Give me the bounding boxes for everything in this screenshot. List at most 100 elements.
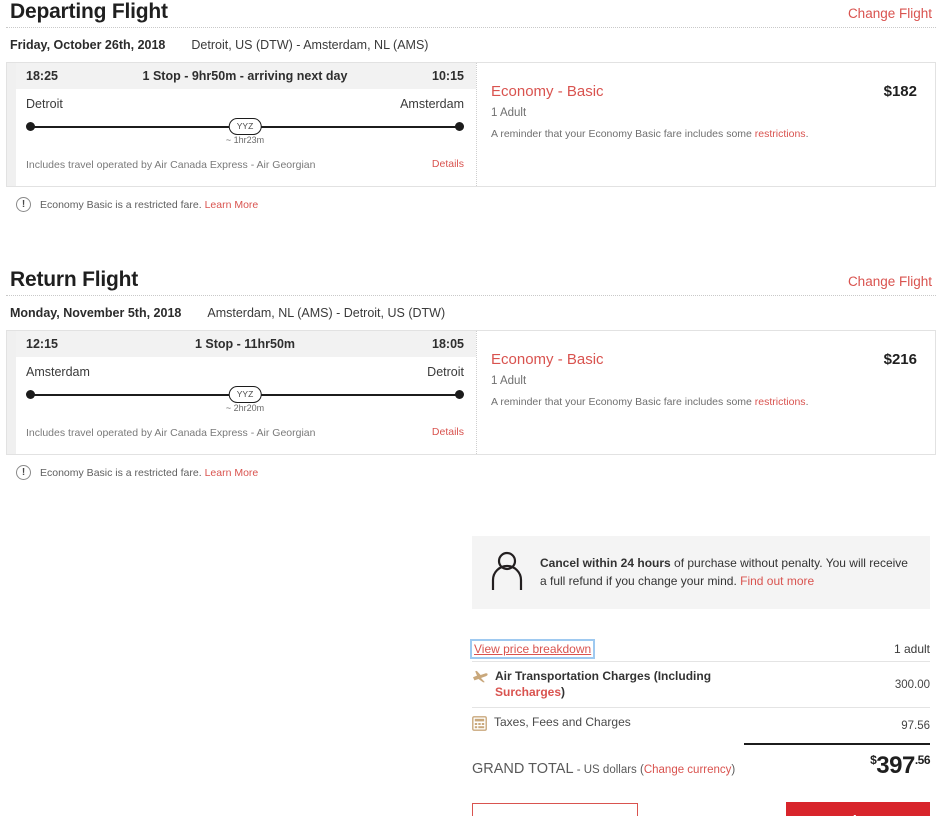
action-buttons: Share itinerary Continue › (472, 802, 930, 816)
grand-total-currency-close: ) (731, 764, 736, 777)
departing-fare-note-suffix: . (805, 128, 809, 141)
price-row-taxes: Taxes, Fees and Charges 97.56 (472, 707, 930, 743)
departing-restricted-label: Economy Basic is a restricted fare. (40, 198, 202, 211)
air-transportation-label: Air Transportation Charges (Including Su… (495, 669, 745, 700)
departing-fare-note: A reminder that your Economy Basic fare … (491, 128, 917, 140)
departing-fare-price: $182 (883, 83, 917, 101)
departing-operator-row: Includes travel operated by Air Canada E… (16, 152, 476, 186)
return-operated-by: Includes travel operated by Air Canada E… (26, 427, 316, 440)
return-destination-city: Detroit (427, 365, 464, 380)
return-flight-card[interactable]: 12:15 1 Stop - 11hr50m 18:05 Amsterdam D… (6, 330, 936, 456)
departing-header: Departing Flight Change Flight (6, 0, 936, 27)
departing-city-row: Detroit Amsterdam (26, 97, 464, 111)
grand-total-row: GRAND TOTAL - US dollars (Change currenc… (472, 743, 931, 780)
price-row-air-transportation: Air Transportation Charges (Including Su… (472, 661, 930, 707)
timeline-origin-dot-icon (26, 390, 35, 400)
change-return-flight-link[interactable]: Change Flight (848, 274, 932, 291)
return-fare-note-prefix: A reminder that your Economy Basic fare … (491, 396, 755, 409)
return-restrictions-link[interactable]: restrictions (755, 396, 806, 408)
air-transportation-label-tail: ) (561, 684, 566, 699)
return-leg-column: 12:15 1 Stop - 11hr50m 18:05 Amsterdam D… (7, 331, 476, 455)
departing-restricted-notice: ! Economy Basic is a restricted fare. Le… (6, 187, 936, 213)
return-fare-column: Economy - Basic $216 1 Adult A reminder … (476, 331, 935, 455)
taxes-amount: 97.56 (901, 719, 930, 732)
change-departing-flight-link[interactable]: Change Flight (848, 6, 932, 23)
find-out-more-link[interactable]: Find out more (740, 574, 814, 588)
departing-leg-column: 18:25 1 Stop - 9hr50m - arriving next da… (7, 63, 476, 187)
return-fare-note-suffix: . (805, 396, 809, 409)
airplane-icon (472, 670, 488, 689)
price-breakdown-pax-count: 1 adult (893, 642, 930, 656)
booking-summary-page: Departing Flight Change Flight Friday, O… (0, 0, 942, 816)
departing-fare-note-prefix: A reminder that your Economy Basic fare … (491, 128, 755, 141)
return-fare-name[interactable]: Economy - Basic (491, 351, 604, 368)
return-restricted-notice: ! Economy Basic is a restricted fare. Le… (6, 455, 936, 481)
calculator-icon (472, 716, 487, 736)
departing-destination-city: Amsterdam (400, 97, 464, 112)
share-itinerary-button[interactable]: Share itinerary (472, 802, 638, 816)
warning-exclamation-icon: ! (16, 197, 31, 213)
departing-fare-name[interactable]: Economy - Basic (491, 83, 604, 100)
grand-total-label: GRAND TOTAL - US dollars (Change currenc… (472, 761, 735, 777)
taxes-label: Taxes, Fees and Charges (494, 715, 631, 730)
change-currency-link[interactable]: Change currency (644, 764, 732, 776)
return-header: Return Flight Change Flight (6, 268, 936, 295)
surcharges-link[interactable]: Surcharges (495, 685, 561, 699)
timeline-destination-dot-icon (455, 390, 464, 400)
return-route: Amsterdam, NL (AMS) - Detroit, US (DTW) (207, 306, 446, 321)
return-leg-body: Amsterdam Detroit YYZ ~ 2hr20m (16, 357, 476, 420)
price-breakdown-header: View price breakdown 1 adult (469, 639, 930, 661)
summary-panel: Cancel within 24 hours of purchase witho… (469, 536, 931, 816)
departing-leg-body: Detroit Amsterdam YYZ ~ 1hr23m (16, 89, 476, 152)
warning-exclamation-icon: ! (16, 465, 31, 481)
cancel-policy-text: Cancel within 24 hours of purchase witho… (540, 555, 912, 590)
person-icon (490, 550, 524, 595)
return-stop-summary: 1 Stop - 11hr50m (194, 337, 296, 352)
return-details-link[interactable]: Details (432, 426, 464, 438)
departing-route: Detroit, US (DTW) - Amsterdam, NL (AMS) (191, 38, 429, 53)
return-passenger-count: 1 Adult (491, 375, 527, 388)
departing-details-link[interactable]: Details (432, 158, 464, 170)
continue-button[interactable]: Continue › (786, 802, 930, 816)
return-stop-code: YYZ (228, 386, 262, 404)
departing-operated-by: Includes travel operated by Air Canada E… (26, 159, 316, 172)
departing-leg-header: 18:25 1 Stop - 9hr50m - arriving next da… (16, 63, 476, 90)
timeline-destination-dot-icon (455, 122, 464, 132)
grand-total-whole: 397 (876, 752, 915, 780)
departing-restricted-text: Economy Basic is a restricted fare. Lear… (40, 199, 258, 211)
return-city-row: Amsterdam Detroit (26, 365, 464, 379)
cancel-policy-bold: Cancel within 24 hours (540, 556, 671, 571)
view-price-breakdown-link[interactable]: View price breakdown (469, 639, 596, 659)
departing-passenger-count: 1 Adult (491, 107, 527, 120)
departing-flight-section: Departing Flight Change Flight Friday, O… (6, 0, 936, 213)
departing-depart-time: 18:25 (26, 69, 58, 84)
timeline-origin-dot-icon (26, 122, 35, 132)
return-learn-more-link[interactable]: Learn More (205, 467, 259, 479)
return-leg-header: 12:15 1 Stop - 11hr50m 18:05 (16, 331, 476, 358)
departing-learn-more-link[interactable]: Learn More (205, 199, 259, 211)
departing-arrive-time: 10:15 (432, 69, 464, 84)
departing-stop-code: YYZ (228, 118, 262, 136)
grand-total-cents: .56 (914, 753, 931, 768)
return-arrive-time: 18:05 (432, 337, 464, 352)
departing-fare-top: Economy - Basic $182 (491, 83, 917, 100)
return-title: Return Flight (10, 268, 139, 291)
departing-date: Friday, October 26th, 2018 (10, 38, 166, 53)
departing-stop-summary: 1 Stop - 9hr50m - arriving next day (142, 69, 348, 84)
departing-flight-card[interactable]: 18:25 1 Stop - 9hr50m - arriving next da… (6, 62, 936, 188)
return-operator-row: Includes travel operated by Air Canada E… (16, 420, 476, 454)
departing-fare-column: Economy - Basic $182 1 Adult A reminder … (476, 63, 935, 187)
return-layover-duration: ~ 2hr20m (225, 403, 265, 414)
grand-total-text: GRAND TOTAL (472, 761, 574, 778)
grand-total-currency: - US dollars ( (573, 764, 644, 777)
page-title: Departing Flight (10, 0, 168, 23)
return-flight-section: Return Flight Change Flight Monday, Nove… (6, 268, 936, 481)
departing-origin-city: Detroit (26, 97, 63, 112)
air-transportation-label-bold: Air Transportation Charges (Including (495, 669, 712, 683)
return-restricted-text: Economy Basic is a restricted fare. Lear… (40, 467, 258, 479)
return-fare-price: $216 (883, 351, 917, 369)
return-timeline: YYZ ~ 2hr20m (26, 386, 464, 420)
departing-restrictions-link[interactable]: restrictions (755, 128, 806, 140)
return-depart-time: 12:15 (26, 337, 58, 352)
return-restricted-label: Economy Basic is a restricted fare. (40, 466, 202, 479)
